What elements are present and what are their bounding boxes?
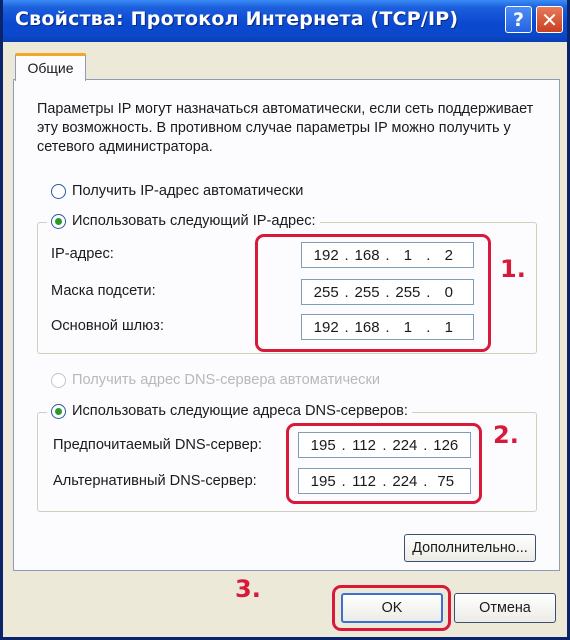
radio-use-following-ip[interactable]: Использовать следующий IP-адрес:	[47, 213, 320, 229]
octet: 224	[392, 472, 418, 490]
octet: 168	[354, 246, 380, 264]
default-gateway-input[interactable]: 192. 168. 1. 1	[301, 314, 474, 340]
title-bar[interactable]: Свойства: Протокол Интернета (TCP/IP) ? …	[3, 0, 567, 42]
alternate-dns-label: Альтернативный DNS-сервер:	[53, 473, 257, 489]
octet: 0	[444, 283, 453, 301]
preferred-dns-label: Предпочитаемый DNS-сервер:	[53, 437, 262, 453]
octet: 75	[437, 472, 455, 490]
radio-use-following-dns[interactable]: Использовать следующие адреса DNS-сервер…	[47, 403, 412, 419]
radio-button[interactable]	[51, 403, 66, 419]
octet: 255	[313, 283, 339, 301]
advanced-button[interactable]: Дополнительно...	[404, 534, 536, 562]
radio-obtain-ip-auto[interactable]: Получить IP-адрес автоматически	[51, 183, 303, 199]
help-button[interactable]: ?	[505, 6, 532, 33]
radio-label: Получить IP-адрес автоматически	[72, 183, 304, 199]
radio-label: Использовать следующий IP-адрес:	[72, 213, 316, 229]
subnet-mask-input[interactable]: 255. 255. 255. 0	[301, 279, 474, 305]
radio-obtain-dns-auto[interactable]: Получить адрес DNS-сервера автоматически	[51, 372, 380, 388]
ok-button[interactable]: OK	[341, 593, 443, 623]
ip-address-label: IP-адрес:	[51, 246, 114, 262]
radio-button[interactable]	[51, 213, 66, 229]
octet: 126	[433, 436, 459, 454]
subnet-mask-label: Маска подсети:	[51, 283, 156, 299]
cancel-button[interactable]: Отмена	[454, 593, 556, 623]
window-title: Свойства: Протокол Интернета (TCP/IP)	[15, 8, 459, 30]
dns-group-box	[37, 412, 537, 512]
annotation-number: 3.	[235, 575, 261, 603]
radio-label: Получить адрес DNS-сервера автоматически	[72, 372, 381, 388]
octet: 1	[403, 318, 413, 336]
alternate-dns-input[interactable]: 195. 112. 224. 75	[298, 468, 471, 494]
radio-label: Использовать следующие адреса DNS-сервер…	[72, 403, 408, 419]
octet: 195	[310, 436, 336, 454]
tab-general[interactable]: Общие	[15, 53, 86, 81]
octet: 112	[352, 472, 376, 490]
octet: 112	[352, 436, 376, 454]
default-gateway-label: Основной шлюз:	[51, 318, 164, 334]
octet: 192	[313, 318, 339, 336]
description-text: Параметры IP могут назначаться автоматич…	[37, 101, 534, 155]
octet: 1	[403, 246, 413, 264]
annotation-number: 2.	[493, 421, 519, 449]
tcpip-properties-dialog: Свойства: Протокол Интернета (TCP/IP) ? …	[0, 0, 570, 640]
annotation-number: 1.	[500, 255, 526, 283]
ip-address-input[interactable]: 192. 168. 1. 2	[301, 242, 474, 268]
octet: 168	[354, 318, 380, 336]
close-button[interactable]: ✕	[536, 6, 563, 33]
octet: 224	[392, 436, 418, 454]
octet: 195	[310, 472, 336, 490]
octet: 192	[313, 246, 339, 264]
radio-button[interactable]	[51, 372, 66, 388]
preferred-dns-input[interactable]: 195. 112. 224. 126	[298, 432, 471, 458]
octet: 255	[395, 283, 421, 301]
octet: 255	[354, 283, 380, 301]
octet: 1	[444, 318, 453, 336]
radio-button[interactable]	[51, 183, 66, 199]
octet: 2	[444, 246, 453, 264]
